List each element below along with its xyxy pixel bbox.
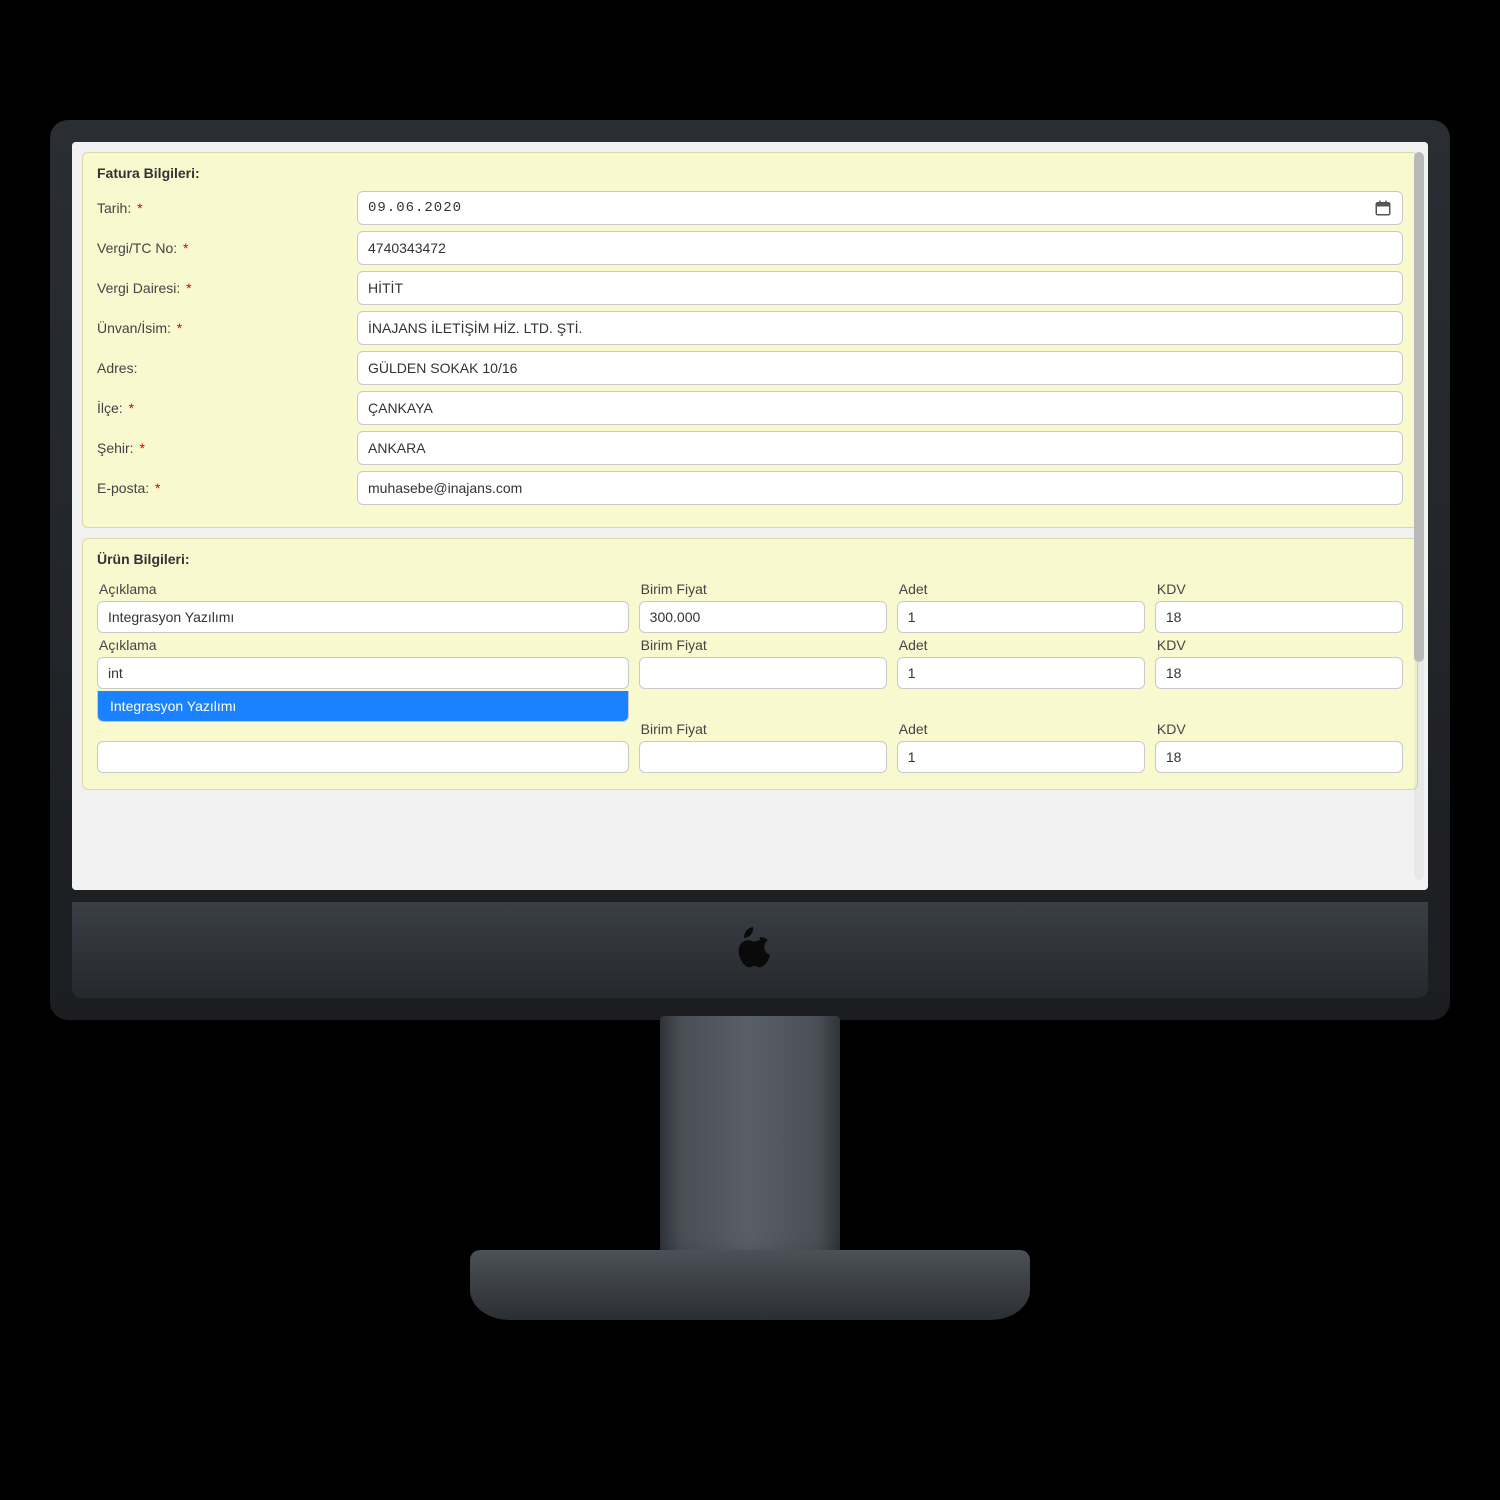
desc-input-2[interactable] — [97, 657, 629, 689]
row-title-name: Ünvan/İsim: * — [97, 311, 1403, 345]
products-panel: Ürün Bilgileri: Açıklama Birim Fiyat Ade… — [82, 538, 1418, 790]
product-row-3 — [97, 741, 1403, 773]
label-email: E-posta: * — [97, 480, 357, 496]
col-unit-price: Birim Fiyat — [639, 577, 887, 601]
monitor-chin — [72, 902, 1428, 998]
row-date: Tarih: * 09.06.2020 — [97, 191, 1403, 225]
email-input[interactable] — [357, 471, 1403, 505]
calendar-icon — [1374, 199, 1392, 217]
qty-input-2[interactable] — [897, 657, 1145, 689]
row-address: Adres: — [97, 351, 1403, 385]
city-input[interactable] — [357, 431, 1403, 465]
col-qty: Adet — [897, 577, 1145, 601]
unit-price-input-2[interactable] — [639, 657, 887, 689]
app-viewport: Fatura Bilgileri: Tarih: * 09.06.2020 Ve… — [72, 142, 1428, 890]
monitor-stand-neck — [660, 1016, 840, 1276]
unit-price-input-3[interactable] — [639, 741, 887, 773]
label-city: Şehir: * — [97, 440, 357, 456]
invoice-panel: Fatura Bilgileri: Tarih: * 09.06.2020 Ve… — [82, 152, 1418, 528]
row-email: E-posta: * — [97, 471, 1403, 505]
row-district: İlçe: * — [97, 391, 1403, 425]
product-header-row: Açıklama Birim Fiyat Adet KDV — [97, 577, 1403, 601]
product-row-2: Integrasyon Yazılımı — [97, 657, 1403, 689]
label-address: Adres: — [97, 360, 357, 376]
tax-no-input[interactable] — [357, 231, 1403, 265]
screen: Fatura Bilgileri: Tarih: * 09.06.2020 Ve… — [72, 142, 1428, 890]
scroll-thumb[interactable] — [1414, 152, 1424, 662]
desc-input-3[interactable] — [97, 741, 629, 773]
vat-input-1[interactable] — [1155, 601, 1403, 633]
product-row-1 — [97, 601, 1403, 633]
unit-price-input-1[interactable] — [639, 601, 887, 633]
required-mark: * — [133, 200, 142, 216]
district-input[interactable] — [357, 391, 1403, 425]
row-tax-no: Vergi/TC No: * — [97, 231, 1403, 265]
title-name-input[interactable] — [357, 311, 1403, 345]
apple-logo-icon — [727, 927, 773, 973]
label-date: Tarih: * — [97, 200, 357, 216]
vat-input-2[interactable] — [1155, 657, 1403, 689]
date-value: 09.06.2020 — [368, 200, 462, 216]
products-panel-title: Ürün Bilgileri: — [97, 551, 1403, 567]
col-vat: KDV — [1155, 577, 1403, 601]
product-header-row-2: Açıklama Birim Fiyat Adet KDV — [97, 633, 1403, 657]
vertical-scrollbar[interactable] — [1414, 152, 1424, 880]
row-tax-office: Vergi Dairesi: * — [97, 271, 1403, 305]
monitor-frame: Fatura Bilgileri: Tarih: * 09.06.2020 Ve… — [50, 120, 1450, 1020]
label-title-name: Ünvan/İsim: * — [97, 320, 357, 336]
row-city: Şehir: * — [97, 431, 1403, 465]
monitor-stand-base — [470, 1250, 1030, 1320]
label-tax-no: Vergi/TC No: * — [97, 240, 357, 256]
vat-input-3[interactable] — [1155, 741, 1403, 773]
label-tax-office: Vergi Dairesi: * — [97, 280, 357, 296]
address-input[interactable] — [357, 351, 1403, 385]
tax-office-input[interactable] — [357, 271, 1403, 305]
label-district: İlçe: * — [97, 400, 357, 416]
desc-input-1[interactable] — [97, 601, 629, 633]
autocomplete-option[interactable]: Integrasyon Yazılımı — [98, 691, 628, 721]
qty-input-3[interactable] — [897, 741, 1145, 773]
qty-input-1[interactable] — [897, 601, 1145, 633]
col-desc: Açıklama — [97, 577, 629, 601]
desc-autocomplete[interactable]: Integrasyon Yazılımı — [97, 691, 629, 722]
date-input[interactable]: 09.06.2020 — [357, 191, 1403, 225]
invoice-panel-title: Fatura Bilgileri: — [97, 165, 1403, 181]
